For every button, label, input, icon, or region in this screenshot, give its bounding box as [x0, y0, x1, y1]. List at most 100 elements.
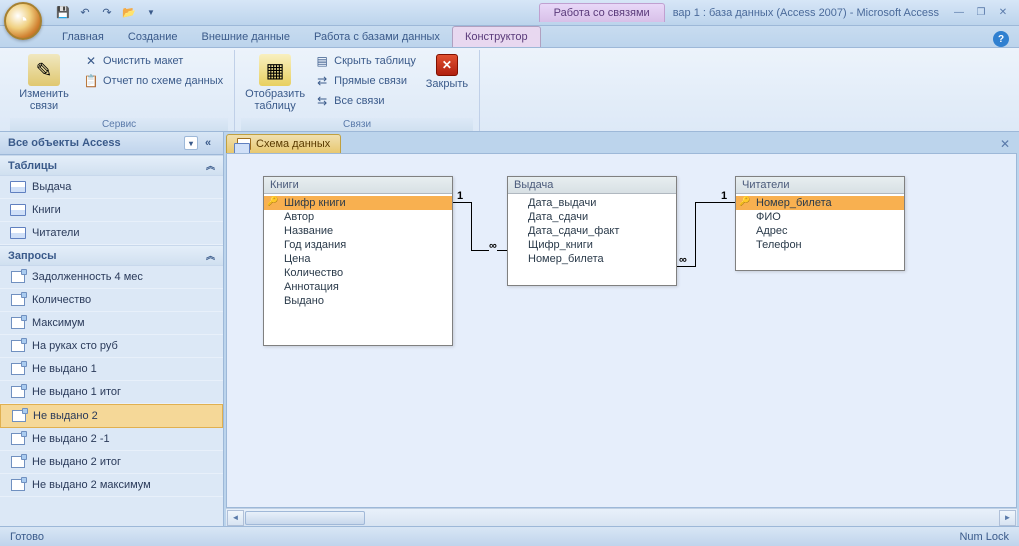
table-icon [10, 226, 26, 240]
titlebar: ◔ 💾 ↶ ↷ 📂 ▼ Работа со связями вар 1 : ба… [0, 0, 1019, 26]
show-table-icon: ▦ [259, 54, 291, 86]
edit-relations-button[interactable]: ✎ Изменить связи [12, 52, 76, 114]
nav-item-query[interactable]: Не выдано 1 [0, 358, 223, 381]
nav-item-label: Не выдано 1 итог [32, 386, 121, 398]
help-icon[interactable]: ? [993, 31, 1009, 47]
undo-icon[interactable]: ↶ [76, 4, 94, 22]
relation-label-many: ∞ [679, 254, 687, 266]
nav-item-query[interactable]: Не выдано 2 -1 [0, 428, 223, 451]
table-box-readers[interactable]: Читатели Номер_билетаФИОАдресТелефон [735, 176, 905, 271]
table-field[interactable]: Дата_сдачи [508, 210, 676, 224]
table-field[interactable]: Дата_сдачи_факт [508, 224, 676, 238]
direct-relations-label: Прямые связи [334, 75, 407, 87]
nav-item-query[interactable]: Не выдано 1 итог [0, 381, 223, 404]
app-title: вар 1 : база данных (Access 2007) - Micr… [673, 7, 951, 19]
nav-item-query[interactable]: Не выдано 2 итог [0, 451, 223, 474]
tab-external-data[interactable]: Внешние данные [190, 27, 302, 47]
office-button[interactable]: ◔ [4, 2, 42, 40]
document-close-button[interactable]: ✕ [997, 136, 1013, 152]
status-ready: Готово [10, 531, 44, 543]
relation-label-one: 1 [457, 190, 463, 202]
table-field[interactable]: Выдано [264, 294, 452, 308]
table-field[interactable]: Щифр_книги [508, 238, 676, 252]
table-field[interactable]: Автор [264, 210, 452, 224]
schema-report-button[interactable]: 📋 Отчет по схеме данных [80, 72, 226, 90]
table-field[interactable]: Количество [264, 266, 452, 280]
document-tab-schema[interactable]: Схема данных [226, 134, 341, 153]
clear-layout-button[interactable]: ✕ Очистить макет [80, 52, 226, 70]
redo-icon[interactable]: ↷ [98, 4, 116, 22]
context-tab-relations: Работа со связями [539, 3, 665, 22]
query-icon [10, 478, 26, 492]
statusbar: Готово Num Lock [0, 526, 1019, 546]
nav-item-query[interactable]: Задолженность 4 мес [0, 266, 223, 289]
horizontal-scrollbar[interactable]: ◄ ► [226, 508, 1017, 526]
nav-section-tables-label: Таблицы [8, 160, 57, 172]
qat-dropdown-icon[interactable]: ▼ [142, 4, 160, 22]
nav-section-tables[interactable]: Таблицы ︽ [0, 155, 223, 176]
close-window-button[interactable]: ✕ [995, 6, 1011, 20]
close-relations-button[interactable]: ✕ Закрыть [423, 52, 471, 92]
close-icon: ✕ [436, 54, 458, 76]
tab-design[interactable]: Конструктор [452, 26, 541, 47]
nav-item-query[interactable]: Количество [0, 289, 223, 312]
tab-database-tools[interactable]: Работа с базами данных [302, 27, 452, 47]
table-field[interactable]: ФИО [736, 210, 904, 224]
table-field[interactable]: Шифр книги [264, 196, 452, 210]
direct-relations-button[interactable]: ⇄ Прямые связи [311, 72, 419, 90]
table-field[interactable]: Дата_выдачи [508, 196, 676, 210]
table-field[interactable]: Аннотация [264, 280, 452, 294]
nav-pane-header[interactable]: Все объекты Access ▾ « [0, 132, 223, 155]
scroll-thumb[interactable] [245, 511, 365, 525]
nav-collapse-icon[interactable]: « [201, 136, 215, 150]
chevron-up-icon: ︽ [206, 249, 215, 262]
restore-button[interactable]: ❐ [973, 6, 989, 20]
table-field[interactable]: Телефон [736, 238, 904, 252]
nav-item-label: Максимум [32, 317, 85, 329]
query-icon [10, 316, 26, 330]
table-field[interactable]: Номер_билета [736, 196, 904, 210]
relation-line [453, 202, 471, 203]
ribbon-tabs: Главная Создание Внешние данные Работа с… [0, 26, 1019, 48]
show-table-button[interactable]: ▦ Отобразить таблицу [243, 52, 307, 114]
query-icon [11, 409, 27, 423]
table-field[interactable]: Номер_билета [508, 252, 676, 266]
tab-home[interactable]: Главная [50, 27, 116, 47]
save-icon[interactable]: 💾 [54, 4, 72, 22]
nav-item-label: Количество [32, 294, 91, 306]
table-field[interactable]: Адрес [736, 224, 904, 238]
query-icon [10, 455, 26, 469]
nav-item-table[interactable]: Выдача [0, 176, 223, 199]
nav-item-query[interactable]: На руках сто руб [0, 335, 223, 358]
main-area: Все объекты Access ▾ « Таблицы ︽ ВыдачаК… [0, 132, 1019, 526]
nav-dropdown-icon[interactable]: ▾ [184, 136, 198, 150]
query-icon [10, 339, 26, 353]
table-header-issue: Выдача [508, 177, 676, 194]
table-box-books[interactable]: Книги Шифр книгиАвторНазваниеГод издания… [263, 176, 453, 346]
table-field[interactable]: Название [264, 224, 452, 238]
nav-item-query[interactable]: Максимум [0, 312, 223, 335]
close-relations-label: Закрыть [426, 78, 468, 90]
query-icon [10, 385, 26, 399]
table-field[interactable]: Цена [264, 252, 452, 266]
scroll-left-button[interactable]: ◄ [227, 510, 244, 526]
ribbon-group-service-label: Сервис [10, 118, 228, 131]
relationships-canvas: Схема данных ✕ Книги Шифр книгиАвторНазв… [224, 132, 1019, 526]
all-relations-button[interactable]: ⇆ Все связи [311, 92, 419, 110]
minimize-button[interactable]: — [951, 6, 967, 20]
table-field[interactable]: Год издания [264, 238, 452, 252]
nav-item-query[interactable]: Не выдано 2 максимум [0, 474, 223, 497]
hide-table-button[interactable]: ▤ Скрыть таблицу [311, 52, 419, 70]
table-box-issue[interactable]: Выдача Дата_выдачиДата_сдачиДата_сдачи_ф… [507, 176, 677, 286]
tab-create[interactable]: Создание [116, 27, 190, 47]
relation-line [677, 266, 695, 267]
scroll-right-button[interactable]: ► [999, 510, 1016, 526]
scroll-track[interactable] [245, 510, 998, 526]
nav-item-label: Не выдано 1 [32, 363, 97, 375]
nav-item-table[interactable]: Книги [0, 199, 223, 222]
open-icon[interactable]: 📂 [120, 4, 138, 22]
nav-item-query[interactable]: Не выдано 2 [0, 404, 223, 428]
canvas-body[interactable]: Книги Шифр книгиАвторНазваниеГод издания… [226, 153, 1017, 508]
nav-section-queries[interactable]: Запросы ︽ [0, 245, 223, 266]
nav-item-table[interactable]: Читатели [0, 222, 223, 245]
